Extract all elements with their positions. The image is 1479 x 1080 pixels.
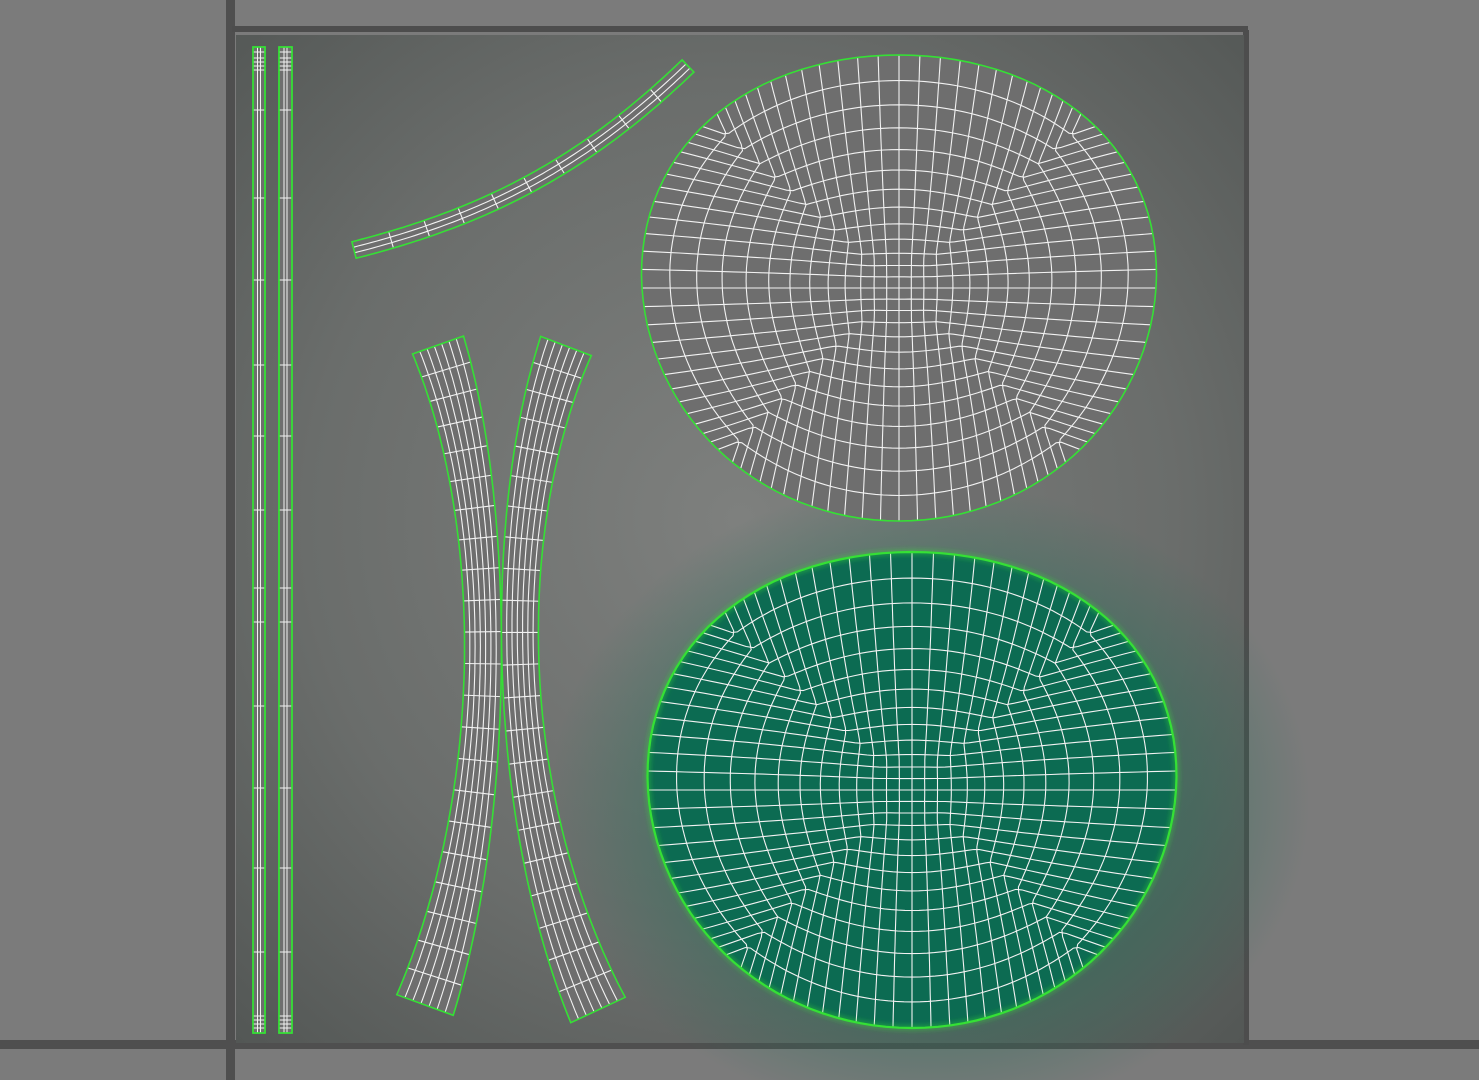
uv-shell-strip-left-2[interactable] — [278, 46, 293, 1034]
uv-editor-viewport[interactable] — [0, 0, 1479, 1080]
uv-shell-disc-bottom[interactable] — [646, 550, 1178, 1030]
uv-canvas[interactable] — [0, 0, 1479, 1080]
uv-shell-disc-top[interactable] — [640, 54, 1158, 522]
uv-shell-strip-left-1[interactable] — [252, 46, 266, 1034]
